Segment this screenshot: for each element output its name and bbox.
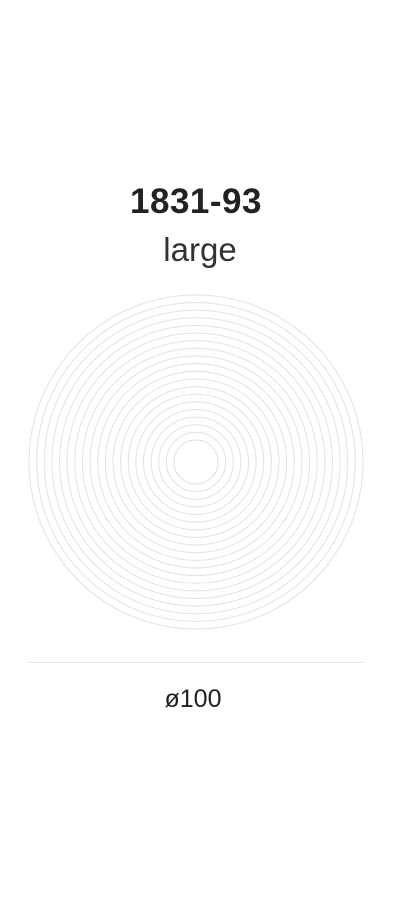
ring: [36, 302, 356, 622]
ring: [165, 431, 227, 493]
ring: [74, 340, 318, 584]
ring: [51, 317, 341, 607]
ring: [158, 424, 234, 500]
ring: [28, 294, 364, 630]
product-title: 1831-93: [130, 182, 262, 221]
ring: [150, 416, 242, 508]
ring: [59, 325, 333, 599]
ring: [81, 347, 311, 577]
ring: [173, 439, 219, 485]
ring: [135, 401, 257, 523]
dimension-label: ø100: [164, 685, 222, 713]
ring: [104, 370, 288, 554]
divider: [28, 662, 364, 663]
ring: [112, 378, 280, 546]
concentric-rings-illustration: [28, 294, 364, 630]
product-size-label: large: [163, 231, 237, 268]
ring: [127, 393, 265, 531]
ring: [97, 363, 295, 561]
ring: [89, 355, 303, 569]
